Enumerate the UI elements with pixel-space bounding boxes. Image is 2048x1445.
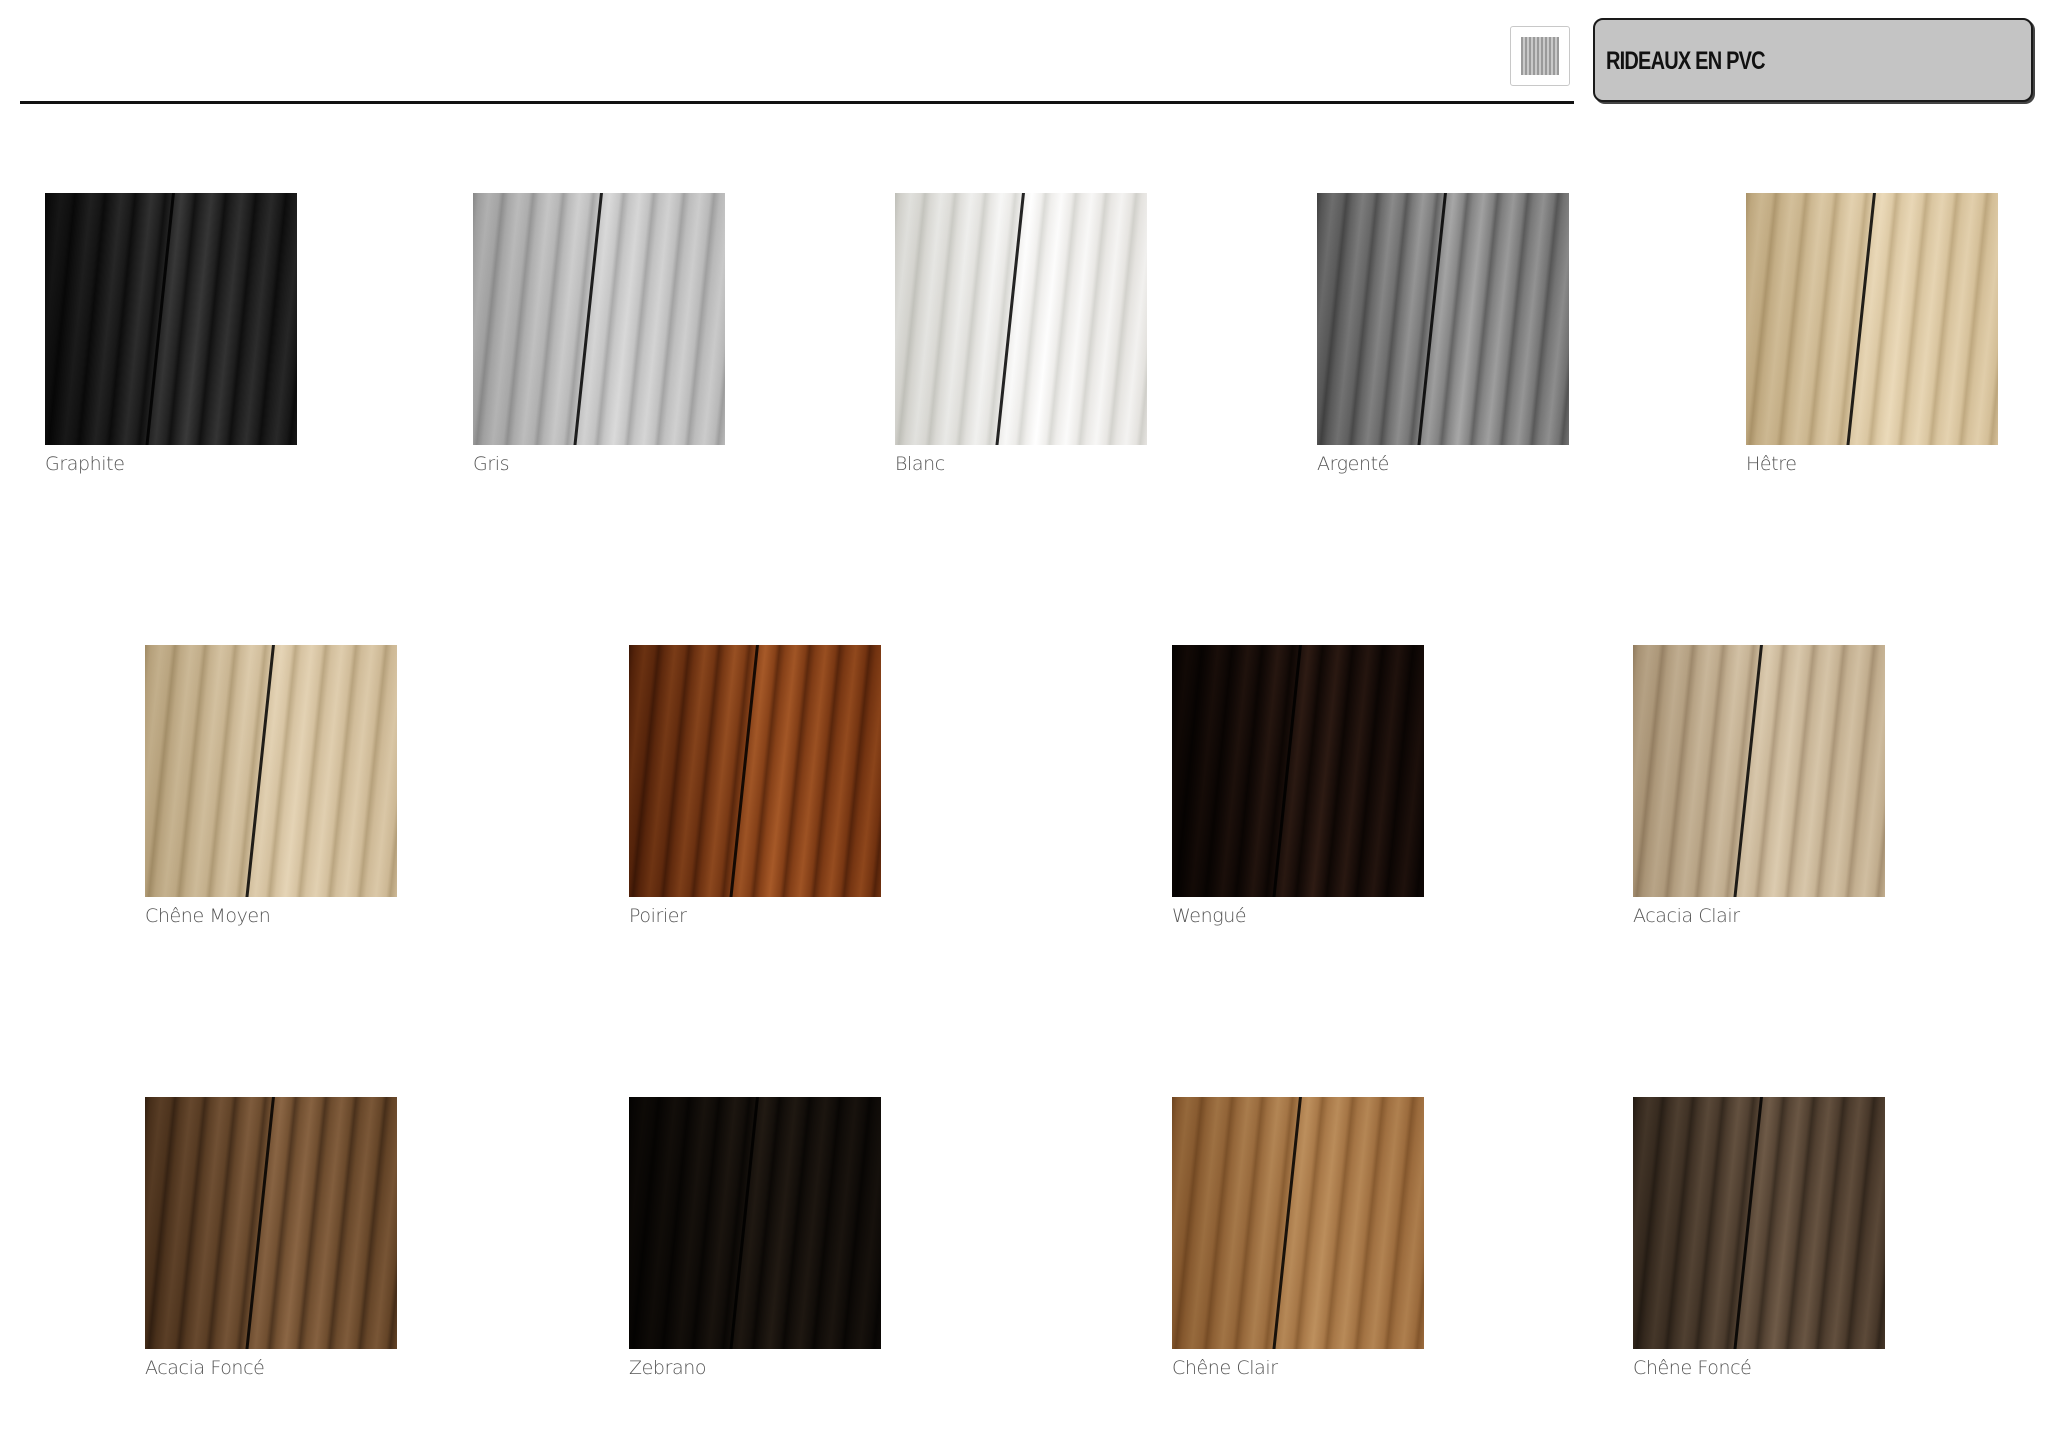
swatch-acacia-clair: Acacia Clair [1633,645,1885,927]
swatch-hetre: Hêtre [1746,193,1998,475]
swatch-label: Chêne Foncé [1633,1357,1752,1379]
swatch-label: Gris [473,453,510,475]
swatch-image [145,1097,397,1349]
swatch-image [1172,645,1424,897]
swatch-label: Poirier [629,905,687,927]
slat-gap [727,645,760,897]
swatch-label: Graphite [45,453,125,475]
swatch-argente: Argenté [1317,193,1569,475]
slat-gap [243,1097,276,1349]
swatch-chene-fonce: Chêne Foncé [1633,1097,1885,1379]
header-divider [20,101,1574,104]
swatch-label: Blanc [895,453,945,475]
slat-gap [993,193,1026,445]
slat-gap [727,1097,760,1349]
slat-gap [571,193,604,445]
swatch-label: Chêne Clair [1172,1357,1278,1379]
swatch-chene-clair: Chêne Clair [1172,1097,1424,1379]
slat-gap [143,193,176,445]
swatch-gris: Gris [473,193,725,475]
swatch-label: Acacia Clair [1633,905,1740,927]
swatch-label: Hêtre [1746,453,1797,475]
swatch-label: Acacia Foncé [145,1357,265,1379]
swatch-chene-moyen: Chêne Moyen [145,645,397,927]
swatch-image [145,645,397,897]
swatch-label: Chêne Moyen [145,905,271,927]
swatch-poirier: Poirier [629,645,881,927]
page-title: RIDEAUX EN PVC [1606,47,1766,75]
slat-gap [1731,1097,1764,1349]
swatch-image [473,193,725,445]
swatch-image [629,645,881,897]
swatch-image [1172,1097,1424,1349]
swatch-image [629,1097,881,1349]
swatch-blanc: Blanc [895,193,1147,475]
swatch-image [45,193,297,445]
swatch-zebrano: Zebrano [629,1097,881,1379]
slat-gap [1731,645,1764,897]
slat-gap [1415,193,1448,445]
pvc-curtain-icon [1521,37,1559,75]
slat-gap [1270,645,1303,897]
swatch-image [1746,193,1998,445]
swatch-graphite: Graphite [45,193,297,475]
section-title-box: RIDEAUX EN PVC [1593,18,2033,102]
swatch-acacia-fonce: Acacia Foncé [145,1097,397,1379]
swatch-label: Zebrano [629,1357,707,1379]
slat-gap [1270,1097,1303,1349]
swatch-image [1317,193,1569,445]
product-logo [1510,26,1570,86]
swatch-label: Wengué [1172,905,1247,927]
swatch-image [1633,645,1885,897]
swatch-image [895,193,1147,445]
swatch-label: Argenté [1317,453,1389,475]
slat-gap [1844,193,1877,445]
slat-gap [243,645,276,897]
swatch-wengue: Wengué [1172,645,1424,927]
swatch-image [1633,1097,1885,1349]
